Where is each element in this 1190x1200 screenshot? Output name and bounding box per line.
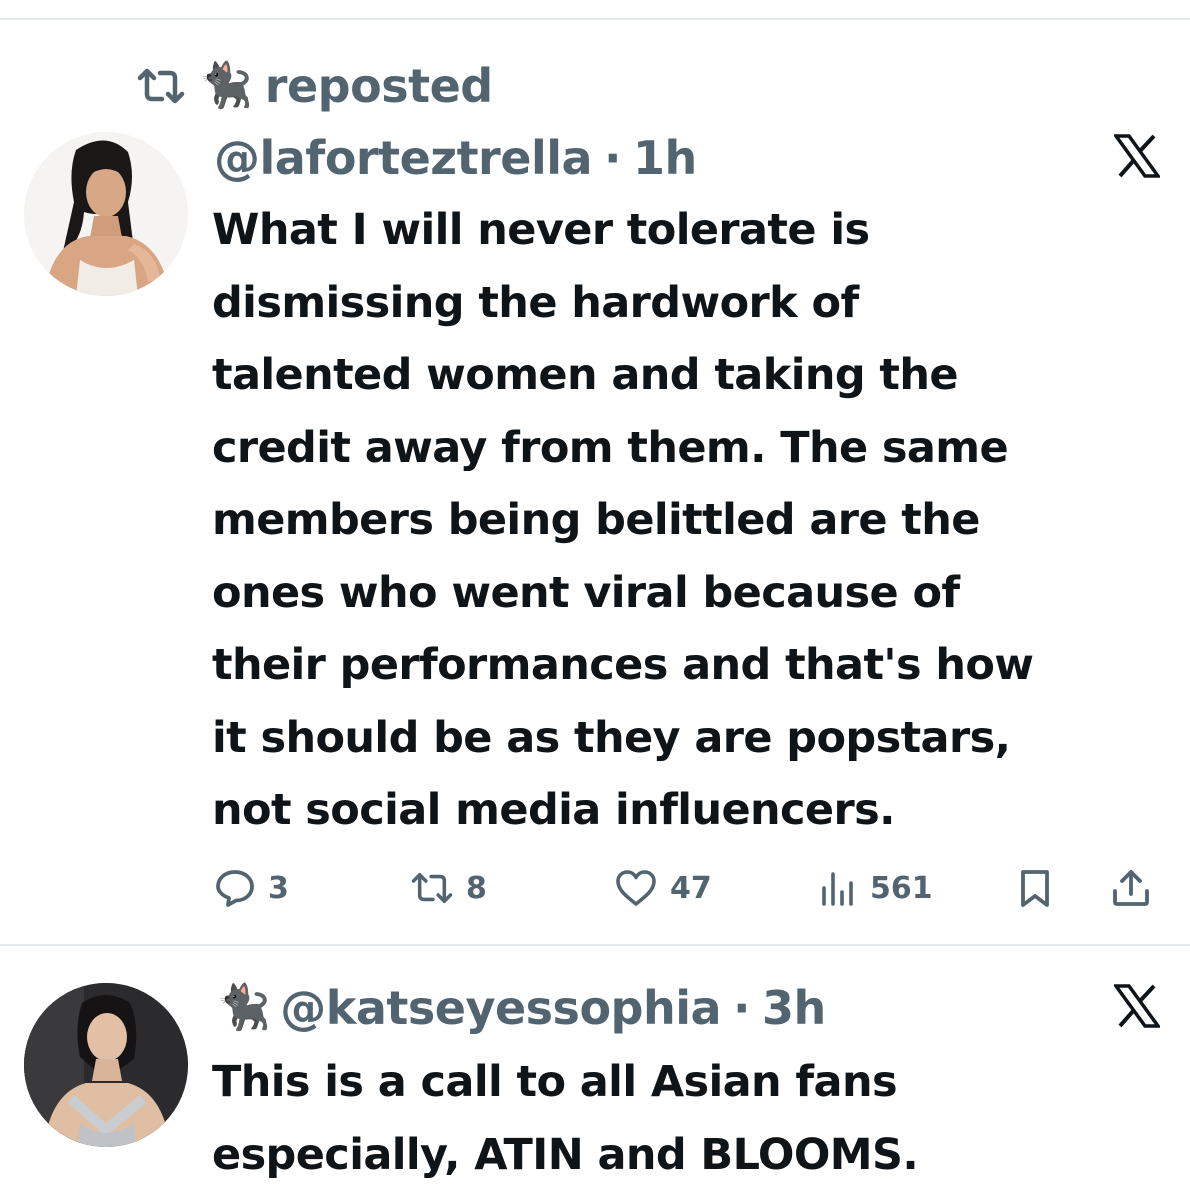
post-divider	[0, 944, 1190, 946]
post-handle[interactable]: @katseyessophia	[280, 981, 721, 1035]
repost-banner[interactable]: 🐈‍⬛ reposted	[136, 56, 493, 116]
share-button[interactable]	[1110, 860, 1152, 916]
views-count: 561	[870, 870, 933, 906]
avatar[interactable]	[24, 983, 188, 1147]
repost-count: 8	[466, 870, 487, 906]
post-actions-bar: 3 8 47 561	[214, 860, 1164, 916]
x-logo-icon	[1112, 984, 1162, 1028]
x-logo-icon	[1112, 134, 1162, 178]
views-chart-icon	[818, 868, 858, 908]
repost-icon	[410, 869, 454, 907]
bookmark-icon	[1018, 867, 1052, 909]
bookmark-button[interactable]	[1018, 860, 1052, 916]
like-count: 47	[670, 870, 712, 906]
separator-dot: ·	[604, 131, 622, 185]
heart-icon	[614, 868, 658, 908]
reply-icon	[214, 867, 256, 909]
reply-button[interactable]: 3	[214, 860, 289, 916]
post-handle[interactable]: @laforteztrella	[214, 131, 593, 185]
avatar[interactable]	[24, 132, 188, 296]
separator-dot: ·	[733, 981, 751, 1035]
repost-label: reposted	[264, 59, 493, 113]
post-text: What I will never tolerate is dismissing…	[212, 205, 1034, 835]
share-icon	[1110, 867, 1152, 909]
views-button[interactable]: 561	[818, 860, 933, 916]
post-header: @laforteztrella · 1h	[214, 128, 697, 188]
post-header: 🐈‍⬛ @katseyessophia · 3h	[216, 978, 826, 1038]
like-button[interactable]: 47	[614, 860, 712, 916]
post-timestamp[interactable]: 3h	[762, 981, 826, 1035]
top-divider	[0, 18, 1190, 20]
post-timestamp[interactable]: 1h	[633, 131, 697, 185]
black-cat-emoji: 🐈‍⬛	[198, 60, 253, 111]
post-text: This is a call to all Asian fans especia…	[212, 1057, 919, 1180]
repost-button[interactable]: 8	[410, 860, 487, 916]
reply-count: 3	[268, 870, 289, 906]
repost-icon	[136, 66, 186, 106]
black-cat-emoji: 🐈‍⬛	[216, 982, 271, 1033]
